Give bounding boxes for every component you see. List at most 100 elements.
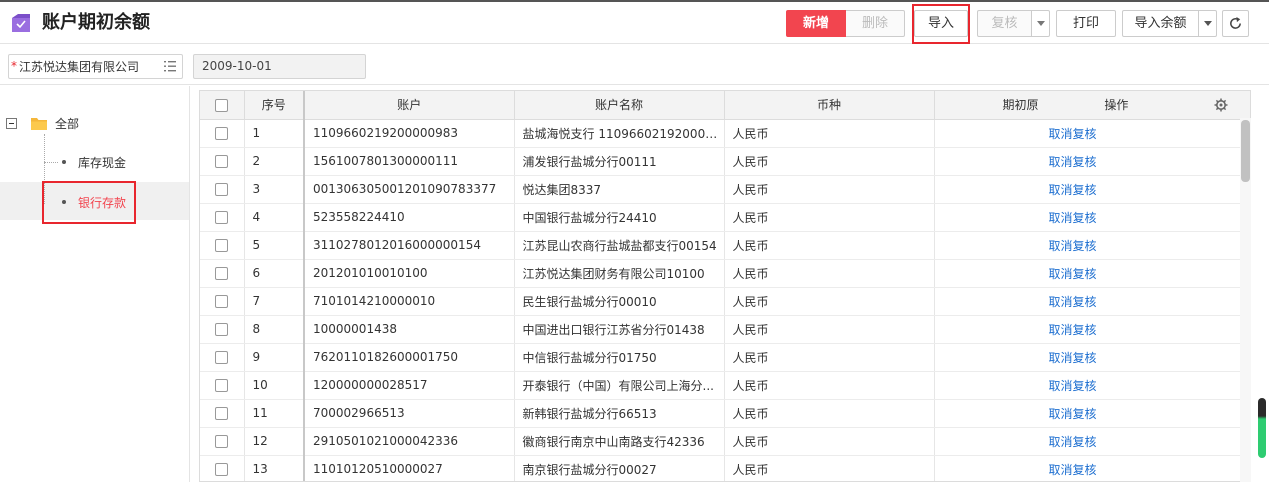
- cell-seq: 10: [244, 371, 305, 400]
- tree-root-label: 全部: [55, 116, 80, 131]
- cancel-review-link[interactable]: 取消复核: [1049, 237, 1097, 254]
- cell-account-name: 新韩银行盐城分行66513: [514, 399, 725, 428]
- tree-item-cash[interactable]: 库存现金: [44, 151, 126, 173]
- cancel-review-link[interactable]: 取消复核: [1049, 153, 1097, 170]
- cell-account: 1561007801300000111: [304, 147, 515, 176]
- row-checkbox-cell: [200, 399, 245, 428]
- row-checkbox[interactable]: [215, 211, 229, 224]
- header-currency[interactable]: 币种: [724, 91, 935, 120]
- cancel-review-link[interactable]: 取消复核: [1049, 377, 1097, 394]
- page-title: 账户期初余额: [42, 12, 150, 33]
- company-select[interactable]: * 江苏悦达集团有限公司: [8, 54, 183, 79]
- tree-item-bank-deposit[interactable]: 银行存款: [44, 191, 126, 213]
- cell-operation: 取消复核: [934, 399, 1250, 428]
- cancel-review-link[interactable]: 取消复核: [1049, 321, 1097, 338]
- header-account[interactable]: 账户: [304, 91, 515, 120]
- tree-item-label: 银行存款: [78, 195, 127, 210]
- add-delete-group: 新增 删除: [786, 10, 905, 37]
- cell-account: 7620110182600001750: [304, 343, 515, 372]
- cell-account: 7101014210000010: [304, 287, 515, 316]
- vertical-scrollbar-thumb[interactable]: [1241, 120, 1250, 182]
- table-row[interactable]: 9 7620110182600001750 中信银行盐城分行01750 人民币 取消复核: [200, 343, 1250, 372]
- row-checkbox[interactable]: [215, 183, 229, 196]
- header-opening[interactable]: 期初原: [1003, 98, 1039, 112]
- row-checkbox[interactable]: [215, 407, 229, 420]
- cell-account: 2910501021000042336: [304, 427, 515, 456]
- import-group: 导入: [914, 10, 968, 37]
- collapse-icon[interactable]: [6, 117, 17, 129]
- table-row[interactable]: 7 7101014210000010 民生银行盐城分行00010 人民币 取消复核: [200, 287, 1250, 316]
- cell-operation: 取消复核: [934, 371, 1250, 400]
- delete-button[interactable]: 删除: [846, 10, 905, 37]
- table-row[interactable]: 12 2910501021000042336 徽商银行南京中山南路支行42336 人民…: [200, 427, 1250, 456]
- add-button[interactable]: 新增: [786, 10, 846, 37]
- table-row[interactable]: 2 1561007801300000111 浦发银行盐城分行00111 人民币 取消复核: [200, 147, 1250, 176]
- select-all-checkbox[interactable]: [215, 98, 229, 112]
- cell-currency: 人民币: [724, 175, 935, 204]
- gear-icon[interactable]: [1214, 98, 1228, 112]
- cell-currency: 人民币: [724, 399, 935, 428]
- cell-account: 10000001438: [304, 315, 515, 344]
- cancel-review-link[interactable]: 取消复核: [1049, 433, 1097, 450]
- row-checkbox-cell: [200, 231, 245, 260]
- list-icon[interactable]: [164, 61, 176, 72]
- row-checkbox[interactable]: [215, 127, 229, 140]
- cell-account: 523558224410: [304, 203, 515, 232]
- cancel-review-link[interactable]: 取消复核: [1049, 181, 1097, 198]
- row-checkbox[interactable]: [215, 239, 229, 252]
- row-checkbox[interactable]: [215, 295, 229, 308]
- table-row[interactable]: 6 201201010010100 江苏悦达集团财务有限公司10100 人民币 取消复核: [200, 259, 1250, 288]
- table-row[interactable]: 11 700002966513 新韩银行盐城分行66513 人民币 取消复核: [200, 399, 1250, 428]
- review-button[interactable]: 复核: [977, 10, 1032, 37]
- table-row[interactable]: 1 1109660219200000983 盐城海悦支行 1109660219200…: [200, 119, 1250, 148]
- header-account-name[interactable]: 账户名称: [514, 91, 725, 120]
- row-checkbox[interactable]: [215, 267, 229, 280]
- cell-operation: 取消复核: [934, 427, 1250, 456]
- import-balance-dropdown-button[interactable]: [1199, 10, 1217, 37]
- print-button[interactable]: 打印: [1056, 10, 1116, 37]
- row-checkbox[interactable]: [215, 435, 229, 448]
- import-balance-button[interactable]: 导入余额: [1122, 10, 1199, 37]
- import-button[interactable]: 导入: [914, 10, 968, 37]
- row-checkbox[interactable]: [215, 323, 229, 336]
- cancel-review-link[interactable]: 取消复核: [1049, 461, 1097, 478]
- table-row[interactable]: 5 3110278012016000000154 江苏昆山农商行盐城盐都支行0015…: [200, 231, 1250, 260]
- cell-operation: 取消复核: [934, 203, 1250, 232]
- cell-operation: 取消复核: [934, 147, 1250, 176]
- tree-root[interactable]: 全部: [6, 114, 79, 132]
- cell-seq: 12: [244, 427, 305, 456]
- cancel-review-link[interactable]: 取消复核: [1049, 125, 1097, 142]
- cell-account: 001306305001201090783377: [304, 175, 515, 204]
- cell-account-name: 民生银行盐城分行00010: [514, 287, 725, 316]
- cancel-review-link[interactable]: 取消复核: [1049, 293, 1097, 310]
- header-seq[interactable]: 序号: [244, 91, 305, 120]
- page-header: 账户期初余额 新增 删除 导入 复核 打印 导入余额: [0, 2, 1269, 44]
- review-dropdown-button[interactable]: [1032, 10, 1050, 37]
- cancel-review-link[interactable]: 取消复核: [1049, 405, 1097, 422]
- refresh-icon: [1230, 16, 1241, 29]
- cancel-review-link[interactable]: 取消复核: [1049, 265, 1097, 282]
- row-checkbox[interactable]: [215, 155, 229, 168]
- table-row[interactable]: 8 10000001438 中国进出口银行江苏省分行01438 人民币 取消复核: [200, 315, 1250, 344]
- table-row[interactable]: 13 11010120510000027 南京银行盐城分行00027 人民币 取消复核: [200, 455, 1250, 481]
- cell-seq: 8: [244, 315, 305, 344]
- table-header-row: 序号 账户 账户名称 币种 期初原 操作: [200, 91, 1250, 120]
- table-row[interactable]: 3 001306305001201090783377 悦达集团8337 人民币 取消复核: [200, 175, 1250, 204]
- cell-currency: 人民币: [724, 259, 935, 288]
- account-tree: 全部 库存现金 银行存款: [0, 86, 190, 482]
- row-checkbox[interactable]: [215, 463, 229, 476]
- cell-operation: 取消复核: [934, 315, 1250, 344]
- cancel-review-link[interactable]: 取消复核: [1049, 209, 1097, 226]
- folder-icon: [31, 117, 47, 130]
- cancel-review-link[interactable]: 取消复核: [1049, 349, 1097, 366]
- row-checkbox[interactable]: [215, 379, 229, 392]
- cell-account-name: 中信银行盐城分行01750: [514, 343, 725, 372]
- table-row[interactable]: 4 523558224410 中国银行盐城分行24410 人民币 取消复核: [200, 203, 1250, 232]
- table-row[interactable]: 10 120000000028517 开泰银行（中国）有限公司上海分... 人民币 取消…: [200, 371, 1250, 400]
- row-checkbox[interactable]: [215, 351, 229, 364]
- date-field[interactable]: 2009-10-01: [193, 54, 366, 79]
- refresh-button[interactable]: [1222, 10, 1249, 37]
- cell-currency: 人民币: [724, 427, 935, 456]
- cell-seq: 4: [244, 203, 305, 232]
- print-group: 打印: [1056, 10, 1116, 37]
